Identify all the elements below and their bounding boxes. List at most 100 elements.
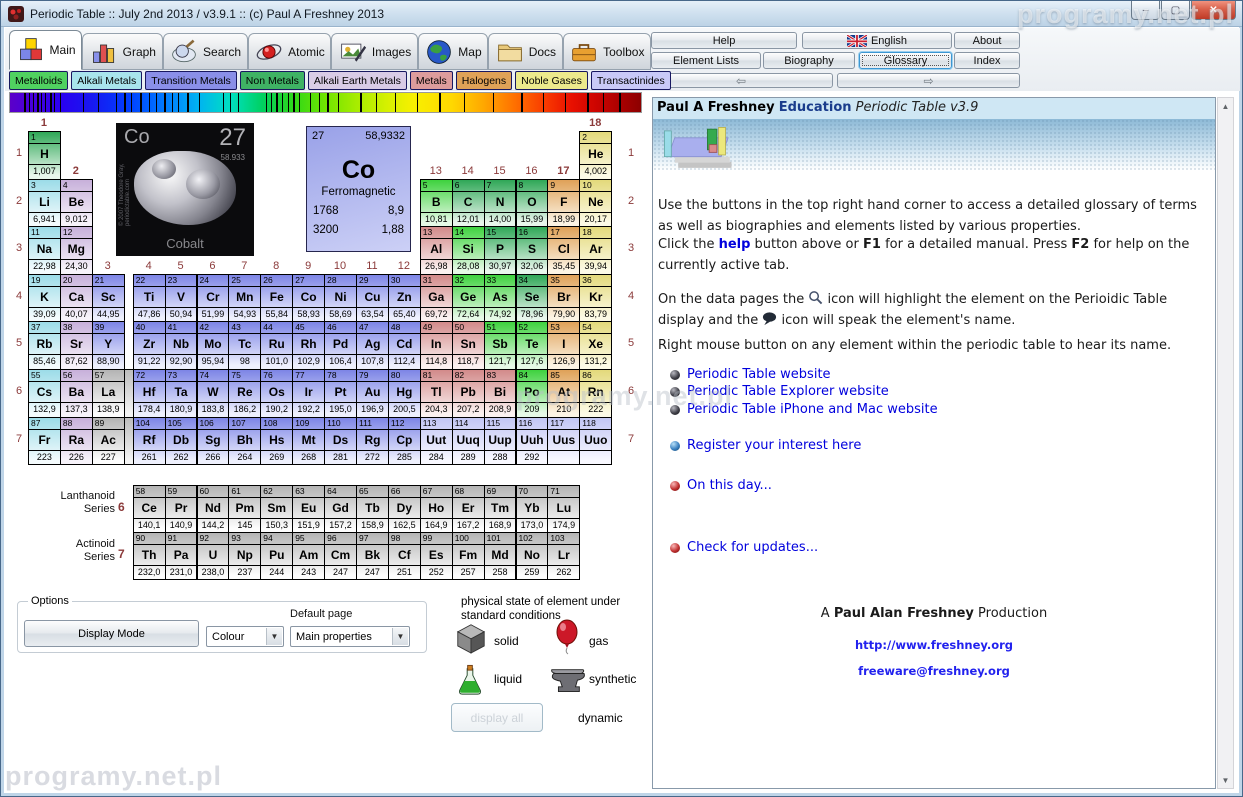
element-Bi[interactable]: 83Bi208,9	[484, 369, 517, 418]
element-Ne[interactable]: 10Ne20,17	[579, 179, 612, 228]
element-K[interactable]: 19K39,09	[28, 274, 61, 323]
element-Sb[interactable]: 51Sb121,7	[484, 321, 517, 370]
link-on-this-day[interactable]: On this day...	[653, 478, 1215, 494]
element-Ge[interactable]: 32Ge72,64	[452, 274, 485, 323]
element-Lu[interactable]: 71Lu174,9	[547, 485, 580, 533]
element-Lr[interactable]: 103Lr262	[547, 532, 580, 580]
forward-button[interactable]: ⇨	[837, 73, 1020, 88]
element-In[interactable]: 49In114,8	[420, 321, 453, 370]
element-W[interactable]: 74W183,8	[197, 369, 230, 418]
element-Al[interactable]: 13Al26,98	[420, 226, 453, 275]
element-Ce[interactable]: 58Ce140,1	[133, 485, 166, 533]
element-S[interactable]: 16S32,06	[516, 226, 549, 275]
glossary-button[interactable]: Glossary	[859, 52, 952, 69]
index-button[interactable]: Index	[954, 52, 1020, 69]
element-Ir[interactable]: 77Ir192,2	[292, 369, 325, 418]
element-At[interactable]: 85At210	[547, 369, 580, 418]
element-Th[interactable]: 90Th232,0	[133, 532, 166, 580]
element-Am[interactable]: 95Am243	[292, 532, 325, 580]
element-Fe[interactable]: 26Fe55,84	[260, 274, 293, 323]
link-periodic-table-explorer-website[interactable]: Periodic Table Explorer website	[653, 384, 1215, 400]
element-Li[interactable]: 3Li6,941	[28, 179, 61, 228]
element-I[interactable]: 53I126,9	[547, 321, 580, 370]
colour-select[interactable]: Colour ▼	[206, 626, 284, 647]
element-Gd[interactable]: 64Gd157,2	[324, 485, 357, 533]
element-Bh[interactable]: 107Bh264	[228, 417, 261, 466]
element-Uus[interactable]: 117Uus	[547, 417, 580, 466]
language-button[interactable]: English	[802, 32, 952, 49]
element-Mt[interactable]: 109Mt268	[292, 417, 325, 466]
about-button[interactable]: About	[954, 32, 1020, 49]
element-Sg[interactable]: 106Sg266	[197, 417, 230, 466]
element-Cp[interactable]: 112Cp285	[388, 417, 421, 466]
element-Pm[interactable]: 61Pm145	[228, 485, 261, 533]
element-Kr[interactable]: 36Kr83,79	[579, 274, 612, 323]
element-Fr[interactable]: 87Fr223	[28, 417, 61, 466]
element-Eu[interactable]: 63Eu151,9	[292, 485, 325, 533]
link-label[interactable]: Register your interest here	[687, 438, 861, 453]
element-Rg[interactable]: 111Rg272	[356, 417, 389, 466]
element-Uut[interactable]: 113Uut284	[420, 417, 453, 466]
element-Ag[interactable]: 47Ag107,8	[356, 321, 389, 370]
element-Se[interactable]: 34Se78,96	[516, 274, 549, 323]
element-lists-button[interactable]: Element Lists	[651, 52, 761, 69]
element-Tl[interactable]: 81Tl204,3	[420, 369, 453, 418]
element-Uuo[interactable]: 118Uuo	[579, 417, 612, 466]
link-label[interactable]: Periodic Table iPhone and Mac website	[687, 402, 938, 417]
element-V[interactable]: 23V50,94	[165, 274, 198, 323]
element-Ba[interactable]: 56Ba137,3	[60, 369, 93, 418]
element-Mg[interactable]: 12Mg24,30	[60, 226, 93, 275]
element-Zr[interactable]: 40Zr91,22	[133, 321, 166, 370]
element-Sm[interactable]: 62Sm150,3	[260, 485, 293, 533]
element-Cf[interactable]: 98Cf251	[388, 532, 421, 580]
element-P[interactable]: 15P30,97	[484, 226, 517, 275]
element-Ac[interactable]: 89Ac227	[92, 417, 125, 466]
scroll-up-button[interactable]: ▲	[1218, 98, 1233, 114]
element-Uuq[interactable]: 114Uuq289	[452, 417, 485, 466]
element-Rf[interactable]: 104Rf261	[133, 417, 166, 466]
element-Sn[interactable]: 50Sn118,7	[452, 321, 485, 370]
element-Te[interactable]: 52Te127,6	[516, 321, 549, 370]
element-Pr[interactable]: 59Pr140,9	[165, 485, 198, 533]
element-Cr[interactable]: 24Cr51,99	[197, 274, 230, 323]
help-button[interactable]: Help	[651, 32, 797, 49]
minimize-button[interactable]: –	[1131, 1, 1160, 20]
element-Cd[interactable]: 48Cd112,4	[388, 321, 421, 370]
element-Pd[interactable]: 46Pd106,4	[324, 321, 357, 370]
scroll-down-button[interactable]: ▼	[1218, 772, 1233, 788]
email-link[interactable]: freeware@freshney.org	[653, 664, 1215, 678]
element-Re[interactable]: 75Re186,2	[228, 369, 261, 418]
element-Ga[interactable]: 31Ga69,72	[420, 274, 453, 323]
link-check-for-updates[interactable]: Check for updates...	[653, 540, 1215, 556]
element-Tc[interactable]: 43Tc98	[228, 321, 261, 370]
biography-button[interactable]: Biography	[763, 52, 855, 69]
element-No[interactable]: 102No259	[516, 532, 549, 580]
element-Ra[interactable]: 88Ra226	[60, 417, 93, 466]
element-Cm[interactable]: 96Cm247	[324, 532, 357, 580]
display-mode-button[interactable]: Display Mode	[24, 620, 199, 647]
element-B[interactable]: 5B10,81	[420, 179, 453, 228]
element-C[interactable]: 6C12,01	[452, 179, 485, 228]
element-Hf[interactable]: 72Hf178,4	[133, 369, 166, 418]
element-Tb[interactable]: 65Tb158,9	[356, 485, 389, 533]
link-periodic-table-iphone-and-mac-website[interactable]: Periodic Table iPhone and Mac website	[653, 402, 1215, 418]
element-Db[interactable]: 105Db262	[165, 417, 198, 466]
tab-main[interactable]: Main	[9, 30, 82, 70]
element-Fm[interactable]: 100Fm257	[452, 532, 485, 580]
element-Bk[interactable]: 97Bk247	[356, 532, 389, 580]
element-Xe[interactable]: 54Xe131,2	[579, 321, 612, 370]
element-N[interactable]: 7N14,00	[484, 179, 517, 228]
element-U[interactable]: 92U238,0	[197, 532, 230, 580]
element-Ho[interactable]: 67Ho164,9	[420, 485, 453, 533]
element-He[interactable]: 2He4,002	[579, 131, 612, 180]
default-page-select[interactable]: Main properties ▼	[290, 626, 410, 647]
element-Uuh[interactable]: 116Uuh292	[516, 417, 549, 466]
element-Hs[interactable]: 108Hs269	[260, 417, 293, 466]
link-label[interactable]: Periodic Table website	[687, 367, 831, 382]
element-Dy[interactable]: 66Dy162,5	[388, 485, 421, 533]
element-Ds[interactable]: 110Ds281	[324, 417, 357, 466]
element-Au[interactable]: 79Au196,9	[356, 369, 389, 418]
element-Cu[interactable]: 29Cu63,54	[356, 274, 389, 323]
element-Co[interactable]: 27Co58,93	[292, 274, 325, 323]
element-Pb[interactable]: 82Pb207,2	[452, 369, 485, 418]
